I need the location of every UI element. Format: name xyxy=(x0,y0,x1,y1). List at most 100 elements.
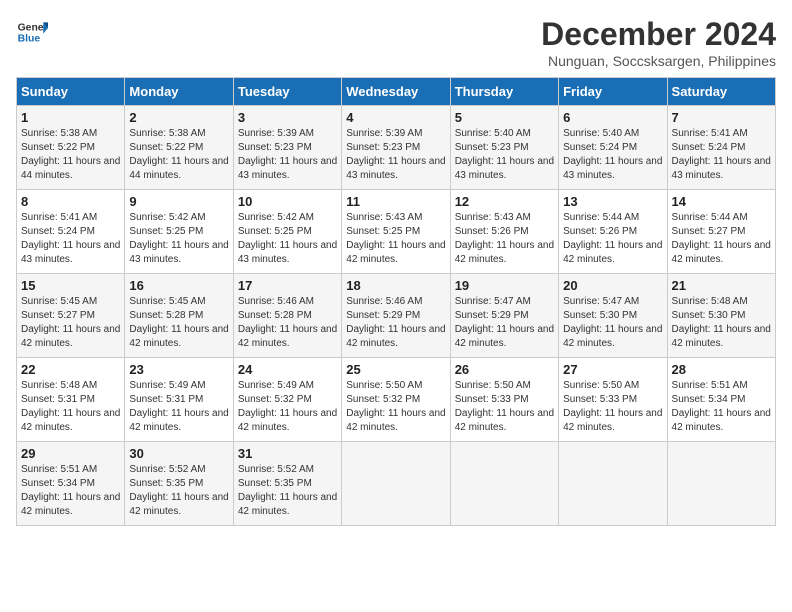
day-info: Sunrise: 5:40 AMSunset: 5:24 PMDaylight:… xyxy=(563,127,662,183)
day-info: Sunrise: 5:44 AMSunset: 5:26 PMDaylight:… xyxy=(563,211,662,267)
day-number: 27 xyxy=(563,362,662,377)
calendar-cell xyxy=(450,442,558,526)
day-number: 22 xyxy=(21,362,120,377)
day-info: Sunrise: 5:45 AMSunset: 5:27 PMDaylight:… xyxy=(21,295,120,351)
svg-text:Blue: Blue xyxy=(18,34,41,45)
day-number: 17 xyxy=(238,278,337,293)
day-number: 11 xyxy=(346,194,445,209)
calendar-cell: 24 Sunrise: 5:49 AMSunset: 5:32 PMDaylig… xyxy=(233,358,341,442)
day-number: 6 xyxy=(563,110,662,125)
day-info: Sunrise: 5:42 AMSunset: 5:25 PMDaylight:… xyxy=(129,211,228,267)
day-info: Sunrise: 5:40 AMSunset: 5:23 PMDaylight:… xyxy=(455,127,554,183)
day-info: Sunrise: 5:51 AMSunset: 5:34 PMDaylight:… xyxy=(21,463,120,519)
day-number: 14 xyxy=(672,194,771,209)
day-number: 18 xyxy=(346,278,445,293)
calendar-cell: 17 Sunrise: 5:46 AMSunset: 5:28 PMDaylig… xyxy=(233,274,341,358)
logo-icon: General Blue xyxy=(16,16,48,48)
day-info: Sunrise: 5:48 AMSunset: 5:31 PMDaylight:… xyxy=(21,379,120,435)
day-info: Sunrise: 5:51 AMSunset: 5:34 PMDaylight:… xyxy=(672,379,771,435)
calendar-week-1: 1 Sunrise: 5:38 AMSunset: 5:22 PMDayligh… xyxy=(17,106,776,190)
calendar-cell: 18 Sunrise: 5:46 AMSunset: 5:29 PMDaylig… xyxy=(342,274,450,358)
calendar-cell: 10 Sunrise: 5:42 AMSunset: 5:25 PMDaylig… xyxy=(233,190,341,274)
day-number: 20 xyxy=(563,278,662,293)
day-info: Sunrise: 5:43 AMSunset: 5:25 PMDaylight:… xyxy=(346,211,445,267)
day-number: 30 xyxy=(129,446,228,461)
day-number: 16 xyxy=(129,278,228,293)
day-number: 4 xyxy=(346,110,445,125)
day-number: 7 xyxy=(672,110,771,125)
day-info: Sunrise: 5:47 AMSunset: 5:29 PMDaylight:… xyxy=(455,295,554,351)
day-info: Sunrise: 5:39 AMSunset: 5:23 PMDaylight:… xyxy=(346,127,445,183)
day-number: 15 xyxy=(21,278,120,293)
day-number: 28 xyxy=(672,362,771,377)
day-number: 9 xyxy=(129,194,228,209)
calendar-cell: 6 Sunrise: 5:40 AMSunset: 5:24 PMDayligh… xyxy=(559,106,667,190)
col-friday: Friday xyxy=(559,78,667,106)
day-number: 5 xyxy=(455,110,554,125)
calendar-cell: 9 Sunrise: 5:42 AMSunset: 5:25 PMDayligh… xyxy=(125,190,233,274)
day-number: 10 xyxy=(238,194,337,209)
calendar-cell: 11 Sunrise: 5:43 AMSunset: 5:25 PMDaylig… xyxy=(342,190,450,274)
day-number: 29 xyxy=(21,446,120,461)
calendar-cell: 2 Sunrise: 5:38 AMSunset: 5:22 PMDayligh… xyxy=(125,106,233,190)
day-number: 3 xyxy=(238,110,337,125)
day-number: 13 xyxy=(563,194,662,209)
col-wednesday: Wednesday xyxy=(342,78,450,106)
day-info: Sunrise: 5:43 AMSunset: 5:26 PMDaylight:… xyxy=(455,211,554,267)
calendar-cell: 31 Sunrise: 5:52 AMSunset: 5:35 PMDaylig… xyxy=(233,442,341,526)
day-info: Sunrise: 5:38 AMSunset: 5:22 PMDaylight:… xyxy=(129,127,228,183)
calendar-cell: 13 Sunrise: 5:44 AMSunset: 5:26 PMDaylig… xyxy=(559,190,667,274)
calendar-cell: 3 Sunrise: 5:39 AMSunset: 5:23 PMDayligh… xyxy=(233,106,341,190)
col-thursday: Thursday xyxy=(450,78,558,106)
day-info: Sunrise: 5:46 AMSunset: 5:29 PMDaylight:… xyxy=(346,295,445,351)
title-block: December 2024 Nunguan, Soccsksargen, Phi… xyxy=(541,16,776,69)
day-info: Sunrise: 5:50 AMSunset: 5:33 PMDaylight:… xyxy=(455,379,554,435)
calendar-cell: 1 Sunrise: 5:38 AMSunset: 5:22 PMDayligh… xyxy=(17,106,125,190)
header-row: Sunday Monday Tuesday Wednesday Thursday… xyxy=(17,78,776,106)
calendar-week-2: 8 Sunrise: 5:41 AMSunset: 5:24 PMDayligh… xyxy=(17,190,776,274)
logo: General Blue xyxy=(16,16,48,48)
day-info: Sunrise: 5:50 AMSunset: 5:33 PMDaylight:… xyxy=(563,379,662,435)
day-info: Sunrise: 5:42 AMSunset: 5:25 PMDaylight:… xyxy=(238,211,337,267)
calendar-cell: 21 Sunrise: 5:48 AMSunset: 5:30 PMDaylig… xyxy=(667,274,775,358)
calendar-week-4: 22 Sunrise: 5:48 AMSunset: 5:31 PMDaylig… xyxy=(17,358,776,442)
calendar-cell: 28 Sunrise: 5:51 AMSunset: 5:34 PMDaylig… xyxy=(667,358,775,442)
day-info: Sunrise: 5:46 AMSunset: 5:28 PMDaylight:… xyxy=(238,295,337,351)
day-number: 8 xyxy=(21,194,120,209)
day-info: Sunrise: 5:38 AMSunset: 5:22 PMDaylight:… xyxy=(21,127,120,183)
calendar-cell: 8 Sunrise: 5:41 AMSunset: 5:24 PMDayligh… xyxy=(17,190,125,274)
calendar-cell: 23 Sunrise: 5:49 AMSunset: 5:31 PMDaylig… xyxy=(125,358,233,442)
day-info: Sunrise: 5:49 AMSunset: 5:32 PMDaylight:… xyxy=(238,379,337,435)
calendar-cell: 19 Sunrise: 5:47 AMSunset: 5:29 PMDaylig… xyxy=(450,274,558,358)
calendar-cell: 27 Sunrise: 5:50 AMSunset: 5:33 PMDaylig… xyxy=(559,358,667,442)
day-info: Sunrise: 5:41 AMSunset: 5:24 PMDaylight:… xyxy=(21,211,120,267)
col-saturday: Saturday xyxy=(667,78,775,106)
day-info: Sunrise: 5:52 AMSunset: 5:35 PMDaylight:… xyxy=(238,463,337,519)
calendar-cell: 22 Sunrise: 5:48 AMSunset: 5:31 PMDaylig… xyxy=(17,358,125,442)
day-number: 26 xyxy=(455,362,554,377)
calendar-cell: 30 Sunrise: 5:52 AMSunset: 5:35 PMDaylig… xyxy=(125,442,233,526)
calendar-cell: 29 Sunrise: 5:51 AMSunset: 5:34 PMDaylig… xyxy=(17,442,125,526)
day-number: 21 xyxy=(672,278,771,293)
calendar-cell: 15 Sunrise: 5:45 AMSunset: 5:27 PMDaylig… xyxy=(17,274,125,358)
day-number: 2 xyxy=(129,110,228,125)
calendar-cell: 5 Sunrise: 5:40 AMSunset: 5:23 PMDayligh… xyxy=(450,106,558,190)
month-title: December 2024 xyxy=(541,16,776,53)
day-info: Sunrise: 5:41 AMSunset: 5:24 PMDaylight:… xyxy=(672,127,771,183)
calendar-cell xyxy=(667,442,775,526)
col-tuesday: Tuesday xyxy=(233,78,341,106)
day-number: 23 xyxy=(129,362,228,377)
calendar-cell: 26 Sunrise: 5:50 AMSunset: 5:33 PMDaylig… xyxy=(450,358,558,442)
day-info: Sunrise: 5:44 AMSunset: 5:27 PMDaylight:… xyxy=(672,211,771,267)
day-info: Sunrise: 5:39 AMSunset: 5:23 PMDaylight:… xyxy=(238,127,337,183)
calendar-cell: 7 Sunrise: 5:41 AMSunset: 5:24 PMDayligh… xyxy=(667,106,775,190)
calendar-cell: 4 Sunrise: 5:39 AMSunset: 5:23 PMDayligh… xyxy=(342,106,450,190)
calendar-cell: 16 Sunrise: 5:45 AMSunset: 5:28 PMDaylig… xyxy=(125,274,233,358)
calendar-cell: 25 Sunrise: 5:50 AMSunset: 5:32 PMDaylig… xyxy=(342,358,450,442)
calendar-week-5: 29 Sunrise: 5:51 AMSunset: 5:34 PMDaylig… xyxy=(17,442,776,526)
day-info: Sunrise: 5:47 AMSunset: 5:30 PMDaylight:… xyxy=(563,295,662,351)
day-number: 12 xyxy=(455,194,554,209)
calendar-cell: 14 Sunrise: 5:44 AMSunset: 5:27 PMDaylig… xyxy=(667,190,775,274)
col-monday: Monday xyxy=(125,78,233,106)
day-number: 19 xyxy=(455,278,554,293)
